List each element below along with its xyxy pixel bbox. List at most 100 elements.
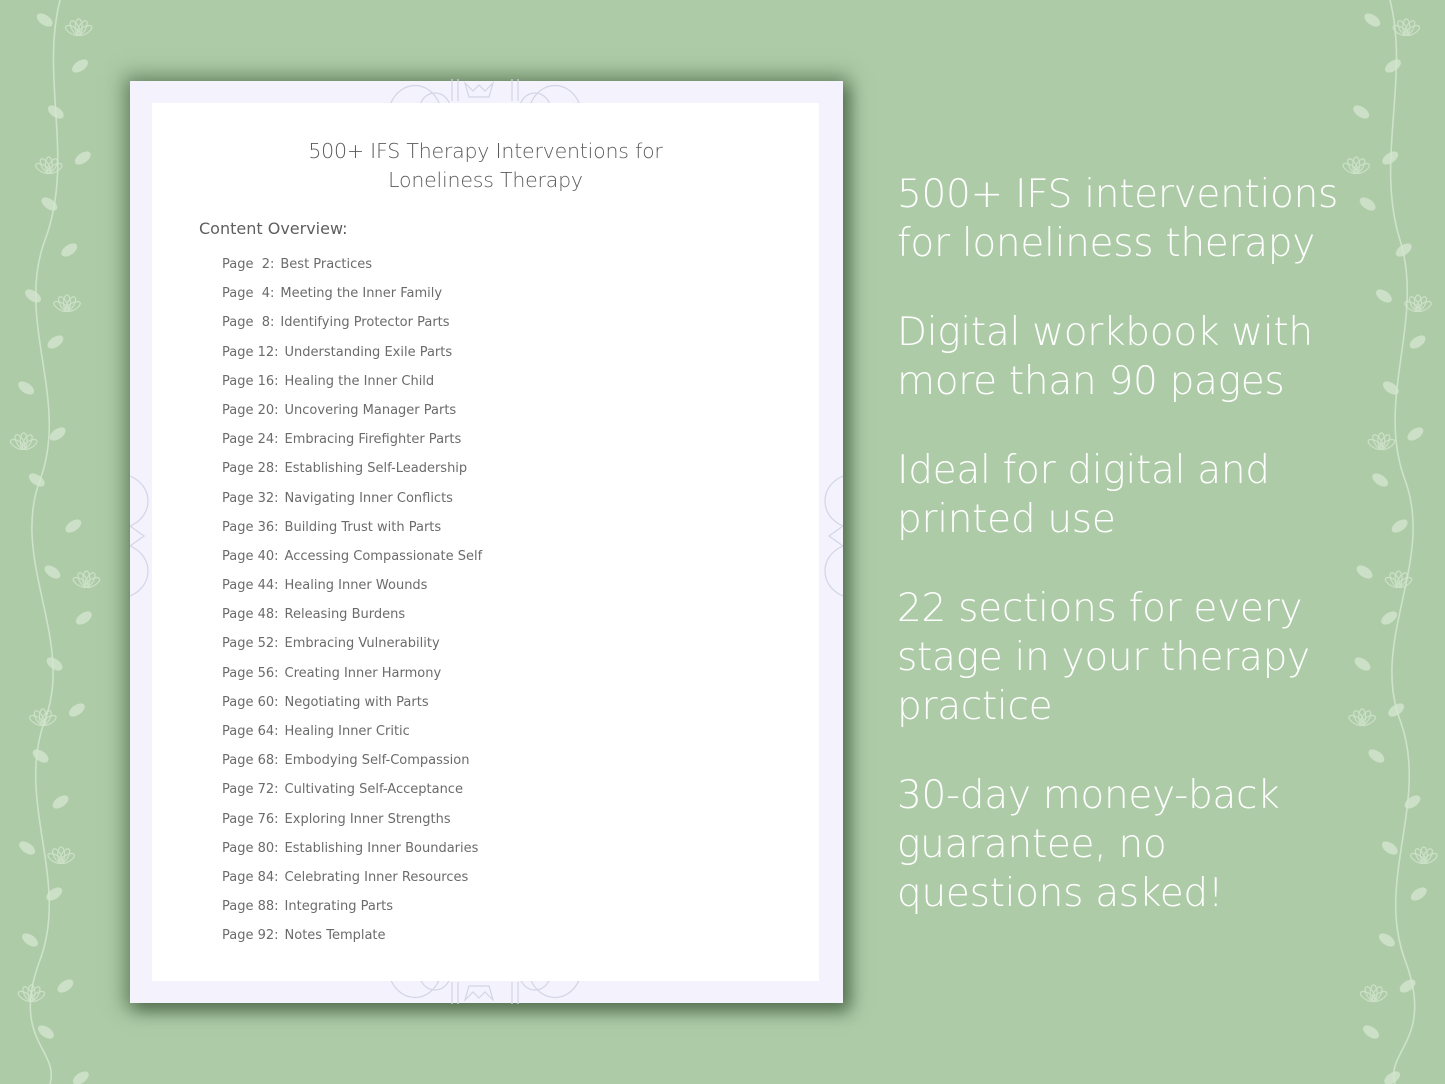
mandala-ornament-top-icon bbox=[389, 79, 581, 105]
feature-text-line: practice bbox=[897, 684, 1053, 729]
toc-section-title: Negotiating with Parts bbox=[284, 694, 429, 710]
feature-text-line: 500+ IFS interventions bbox=[897, 172, 1339, 217]
toc-section-title: Meeting the Inner Family bbox=[280, 286, 443, 302]
toc-page-number: Page 52: bbox=[222, 636, 279, 652]
toc-section-title: Healing the Inner Child bbox=[284, 373, 435, 389]
lotus-flower-icon bbox=[47, 846, 75, 865]
toc-page-number: Page 40: bbox=[222, 548, 279, 564]
leaf-shape bbox=[41, 197, 58, 211]
lotus-flower-icon bbox=[53, 294, 81, 313]
feature-text-line: more than 90 pages bbox=[897, 359, 1285, 404]
toc-entry: Page 88: Integrating Parts bbox=[222, 898, 482, 927]
toc-entry: Page 48: Releasing Burdens bbox=[222, 606, 482, 635]
leaf-shape bbox=[1384, 1071, 1401, 1084]
leaf-shape bbox=[68, 703, 85, 717]
leaf-shape bbox=[18, 381, 35, 395]
toc-section-title: Embracing Vulnerability bbox=[284, 636, 440, 652]
toc-page-number: Page 28: bbox=[222, 461, 279, 477]
mandala-ornament-right-icon bbox=[824, 475, 843, 597]
toc-page-number: Page 48: bbox=[222, 607, 279, 623]
leaf-shape bbox=[32, 749, 49, 763]
feature-text-line: guarantee, no bbox=[897, 822, 1167, 867]
mandala-ornament-left-icon bbox=[130, 475, 149, 597]
leaf-shape bbox=[46, 657, 63, 671]
toc-page-number: Page 80: bbox=[222, 840, 279, 856]
toc-page-number: Page 8: bbox=[222, 315, 275, 331]
leaf-shape bbox=[1364, 13, 1381, 27]
feature-text-line: stage in your therapy bbox=[897, 635, 1310, 680]
toc-section-title: Healing Inner Critic bbox=[284, 724, 410, 739]
leaf-shape bbox=[72, 59, 88, 73]
toc-entry: Page 40: Accessing Compassionate Self bbox=[222, 548, 482, 577]
leaf-shape bbox=[1399, 979, 1416, 993]
content-overview-label: Content Overview: bbox=[199, 219, 348, 238]
toc-entry: Page 80: Establishing Inner Boundaries bbox=[222, 840, 482, 869]
mandala-ornament-bottom-icon bbox=[389, 978, 581, 1004]
toc-section-title: Integrating Parts bbox=[284, 899, 394, 915]
toc-entry: Page 24: Embracing Firefighter Parts bbox=[222, 431, 482, 460]
feature-item: 500+ IFS interventions for loneliness the… bbox=[897, 170, 1417, 268]
toc-section-title: Understanding Exile Parts bbox=[284, 344, 453, 360]
toc-entry: Page 32: Navigating Inner Conflicts bbox=[222, 490, 482, 519]
table-of-contents: Page 2: Best Practices Page 4: Meeting the … bbox=[222, 256, 482, 957]
toc-entry: Page 28: Establishing Self-Leadership bbox=[222, 460, 482, 489]
lotus-flower-icon bbox=[9, 432, 38, 451]
feature-text-line: printed use bbox=[897, 497, 1116, 542]
toc-entry: Page 68: Embodying Self-Compassion bbox=[222, 752, 482, 781]
document-page: 500+ IFS Therapy Interventions for Lonel… bbox=[152, 103, 819, 981]
toc-section-title: Accessing Compassionate Self bbox=[284, 548, 483, 564]
feature-text-line: 22 sections for every bbox=[897, 586, 1303, 631]
toc-page-number: Page 4: bbox=[222, 286, 275, 302]
feature-item: Digital workbook with more than 90 pages bbox=[897, 308, 1417, 406]
leaf-shape bbox=[19, 841, 36, 855]
leaf-shape bbox=[72, 1071, 89, 1084]
lotus-flower-icon bbox=[34, 156, 63, 175]
leaf-shape bbox=[65, 519, 82, 533]
feature-item: Ideal for digital and printed use bbox=[897, 446, 1417, 544]
toc-section-title: Best Practices bbox=[280, 257, 373, 272]
toc-page-number: Page 16: bbox=[222, 373, 279, 389]
toc-page-number: Page 24: bbox=[222, 432, 279, 448]
leaf-shape bbox=[46, 887, 63, 901]
toc-entry: Page 44: Healing Inner Wounds bbox=[222, 577, 482, 606]
leaf-shape bbox=[57, 979, 74, 993]
leaf-shape bbox=[1385, 59, 1401, 73]
toc-section-title: Establishing Inner Boundaries bbox=[284, 840, 479, 856]
workbook-document-preview: 500+ IFS Therapy Interventions for Lonel… bbox=[130, 79, 843, 1004]
toc-section-title: Identifying Protector Parts bbox=[280, 315, 450, 331]
toc-page-number: Page 32: bbox=[222, 490, 279, 506]
toc-entry: Page 16: Healing the Inner Child bbox=[222, 373, 482, 402]
toc-page-number: Page 64: bbox=[222, 724, 279, 739]
leaf-shape bbox=[22, 933, 38, 947]
toc-entry: Page 36: Building Trust with Parts bbox=[222, 519, 482, 548]
feature-list: 500+ IFS interventions for loneliness the… bbox=[897, 170, 1417, 958]
feature-item: 30-day money-back guarantee, no questions … bbox=[897, 771, 1417, 918]
toc-page-number: Page 60: bbox=[222, 694, 279, 710]
toc-section-title: Embodying Self-Compassion bbox=[284, 753, 470, 769]
leaf-shape bbox=[25, 289, 41, 303]
leaf-shape bbox=[74, 151, 91, 165]
toc-page-number: Page 44: bbox=[222, 578, 279, 594]
leaf-shape bbox=[49, 427, 66, 441]
leaf-shape bbox=[75, 611, 92, 625]
toc-page-number: Page 56: bbox=[222, 665, 279, 681]
toc-section-title: Creating Inner Harmony bbox=[284, 665, 442, 681]
floral-vine-left-icon bbox=[9, 0, 101, 1084]
toc-page-number: Page 72: bbox=[222, 782, 279, 798]
lotus-flower-icon bbox=[64, 18, 93, 37]
leaf-shape bbox=[38, 1025, 54, 1039]
toc-page-number: Page 92: bbox=[222, 928, 279, 944]
lotus-flower-icon bbox=[29, 708, 57, 727]
document-title-line-2: Loneliness Therapy bbox=[388, 168, 583, 192]
toc-entry: Page 60: Negotiating with Parts bbox=[222, 694, 482, 723]
toc-entry: Page 84: Celebrating Inner Resources bbox=[222, 869, 482, 898]
toc-section-title: Healing Inner Wounds bbox=[284, 578, 428, 594]
leaf-shape bbox=[44, 565, 61, 579]
document-title: 500+ IFS Therapy Interventions for Lonel… bbox=[152, 137, 819, 195]
toc-page-number: Page 12: bbox=[222, 344, 279, 360]
feature-text-line: questions asked! bbox=[897, 871, 1224, 916]
toc-entry: Page 72: Cultivating Self-Acceptance bbox=[222, 781, 482, 810]
toc-entry: Page 56: Creating Inner Harmony bbox=[222, 665, 482, 694]
leaf-shape bbox=[28, 473, 45, 487]
toc-entry: Page 76: Exploring Inner Strengths bbox=[222, 811, 482, 840]
